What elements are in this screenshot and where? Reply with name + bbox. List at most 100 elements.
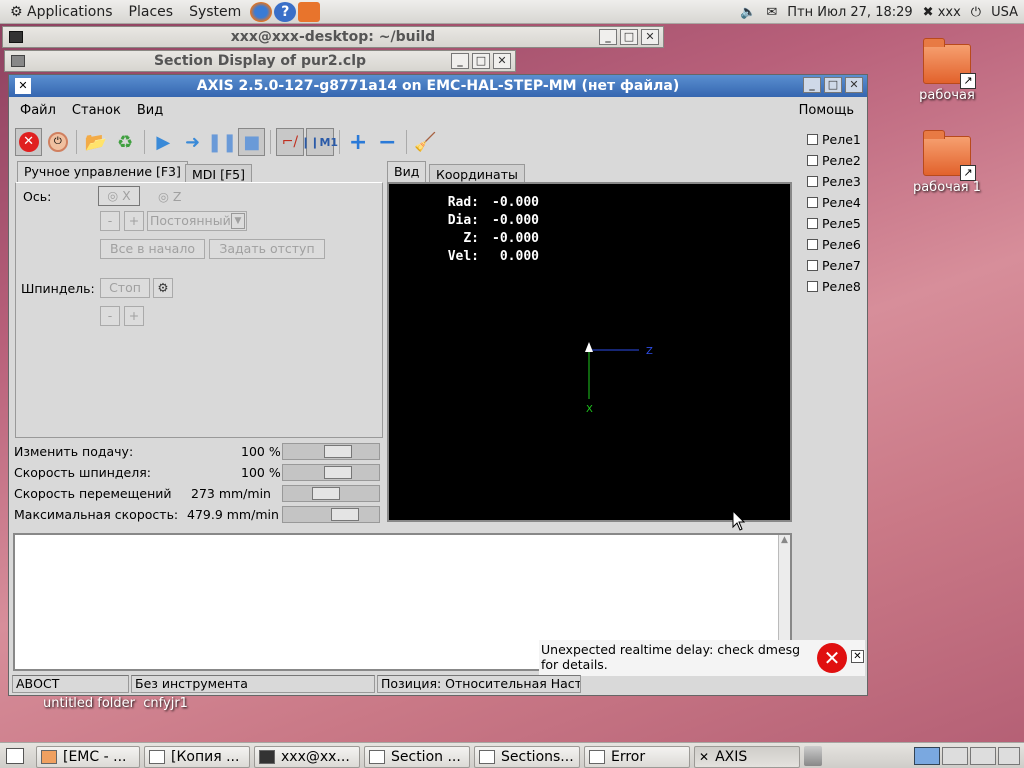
spindle-speed-icon[interactable]: ⚙ <box>153 278 173 298</box>
stop-button[interactable]: ■ <box>238 128 266 156</box>
relay-checkbox-2[interactable]: Реле2 <box>807 153 861 168</box>
run-button[interactable]: ▶ <box>150 128 177 156</box>
taskbar-item-sections[interactable]: Sections... <box>474 746 580 768</box>
checkbox[interactable] <box>807 218 818 229</box>
slider-knob[interactable] <box>324 445 352 458</box>
axis-x-radio[interactable]: ◎ X <box>98 186 140 206</box>
open-file-button[interactable]: 📂 <box>82 128 109 156</box>
zoom-in-button[interactable]: + <box>345 128 372 156</box>
relay-checkbox-3[interactable]: Реле3 <box>807 174 861 189</box>
menu-file[interactable]: Файл <box>9 103 61 118</box>
volume-icon[interactable]: 🔈 <box>740 5 756 20</box>
reload-button[interactable]: ♻ <box>112 128 139 156</box>
taskbar-item-axis[interactable]: ✕ AXIS <box>694 746 800 768</box>
zoom-out-button[interactable]: − <box>374 128 401 156</box>
taskbar-item-section[interactable]: Section ... <box>364 746 470 768</box>
clear-plot-button[interactable]: 🧹 <box>412 128 439 156</box>
relay-checkbox-4[interactable]: Реле4 <box>807 195 861 210</box>
spindle-override-slider[interactable] <box>282 464 380 481</box>
section-window-titlebar[interactable]: Section Display of pur2.clp _ □ ✕ <box>4 50 516 72</box>
workspace-3[interactable] <box>970 747 996 765</box>
spindle-minus-button[interactable]: - <box>100 306 120 326</box>
power-button[interactable]: ⏻ <box>44 128 71 156</box>
clock[interactable]: Птн Июл 27, 18:29 <box>787 5 912 20</box>
taskbar-item-emc[interactable]: [EMC - ... <box>36 746 140 768</box>
desktop-icon-folder-2[interactable]: ↗ рабочая 1 <box>892 130 1002 195</box>
checkbox[interactable] <box>807 281 818 292</box>
step-button[interactable]: ➜ <box>179 128 206 156</box>
help-icon[interactable]: ? <box>274 1 297 22</box>
mail-icon[interactable]: ✉ <box>766 5 777 20</box>
tab-manual[interactable]: Ручное управление [F3] <box>17 161 188 183</box>
block-delete-button[interactable]: ⌐/ <box>276 128 304 156</box>
feed-override-slider[interactable] <box>282 443 380 460</box>
desktop-icon-folder-1[interactable]: ↗ рабочая <box>892 38 1002 103</box>
home-all-button[interactable]: Все в начало <box>100 239 205 259</box>
firefox-icon[interactable] <box>250 1 273 22</box>
maximize-button[interactable]: □ <box>620 29 638 45</box>
checkbox[interactable] <box>807 134 818 145</box>
relay-checkbox-1[interactable]: Реле1 <box>807 132 861 147</box>
applications-menu[interactable]: ⚙ Applications <box>0 4 121 20</box>
max-velocity-slider[interactable] <box>282 506 380 523</box>
estop-button[interactable]: ✕ <box>15 128 43 156</box>
spindle-plus-button[interactable]: + <box>124 306 144 326</box>
slider-knob[interactable] <box>324 466 352 479</box>
system-menu[interactable]: System <box>181 4 249 20</box>
minimize-button[interactable]: _ <box>599 29 617 45</box>
checkbox[interactable] <box>807 260 818 271</box>
slider-knob[interactable] <box>331 508 359 521</box>
keyboard-layout[interactable]: USA <box>991 5 1018 20</box>
relay-checkbox-8[interactable]: Реле8 <box>807 279 861 294</box>
tab-coordinates[interactable]: Координаты <box>429 164 525 184</box>
preview-canvas[interactable]: Rad: -0.000 Dia: -0.000 Z: -0.000 Vel: 0.000… <box>387 182 792 522</box>
menu-view[interactable]: Вид <box>126 103 168 118</box>
checkbox[interactable] <box>807 239 818 250</box>
axis-titlebar[interactable]: ✕ AXIS 2.5.0-127-g8771a14 on EMC-HAL-STE… <box>9 75 867 97</box>
desktop-label-untitled[interactable]: untitled folder <box>43 696 135 711</box>
relay-checkbox-7[interactable]: Реле7 <box>807 258 861 273</box>
show-desktop-icon[interactable] <box>6 748 24 764</box>
close-button[interactable]: ✕ <box>641 29 659 45</box>
relay-checkbox-5[interactable]: Реле5 <box>807 216 861 231</box>
user-menu[interactable]: ✖ xxx <box>923 5 961 20</box>
terminal-window-titlebar[interactable]: xxx@xxx-desktop: ~/build _ □ ✕ <box>2 26 664 48</box>
checkbox[interactable] <box>807 197 818 208</box>
tab-mdi[interactable]: MDI [F5] <box>185 164 252 184</box>
trash-icon[interactable] <box>804 746 822 766</box>
taskbar-item-copy[interactable]: [Копия ... <box>144 746 250 768</box>
scroll-up-icon[interactable]: ▲ <box>779 535 790 545</box>
menu-machine[interactable]: Станок <box>61 103 126 118</box>
places-menu[interactable]: Places <box>121 4 182 20</box>
close-button[interactable]: ✕ <box>845 77 863 93</box>
optional-stop-button[interactable]: ❙❙M1 <box>301 128 338 156</box>
maximize-button[interactable]: □ <box>472 53 490 69</box>
jog-plus-button[interactable]: + <box>124 211 144 231</box>
power-icon[interactable]: ⏻ <box>971 5 981 20</box>
pause-button[interactable]: ❚❚ <box>207 128 237 156</box>
jog-mode-select[interactable]: Постоянный ▼ <box>147 211 247 231</box>
tab-view[interactable]: Вид <box>387 161 427 183</box>
touch-off-button[interactable]: Задать отступ <box>209 239 325 259</box>
taskbar-item-terminal[interactable]: xxx@xx... <box>254 746 360 768</box>
checkbox[interactable] <box>807 155 818 166</box>
close-button[interactable]: ✕ <box>493 53 511 69</box>
close-error-button[interactable]: ✕ <box>851 650 864 663</box>
axis-z-radio[interactable]: ◎ Z <box>158 189 181 204</box>
minimize-button[interactable]: _ <box>451 53 469 69</box>
folder-launcher-icon[interactable] <box>298 1 321 22</box>
jog-minus-button[interactable]: - <box>100 211 120 231</box>
workspace-4[interactable] <box>998 747 1020 765</box>
slider-knob[interactable] <box>312 487 340 500</box>
workspace-2[interactable] <box>942 747 968 765</box>
taskbar-item-error[interactable]: Error <box>584 746 690 768</box>
menu-help[interactable]: Помощь <box>788 103 859 118</box>
maximize-button[interactable]: □ <box>824 77 842 93</box>
desktop-label-cnfyjr1[interactable]: cnfyjr1 <box>143 696 188 711</box>
jog-speed-slider[interactable] <box>282 485 380 502</box>
minimize-button[interactable]: _ <box>803 77 821 93</box>
checkbox[interactable] <box>807 176 818 187</box>
workspace-1[interactable] <box>914 747 940 765</box>
spindle-stop-button[interactable]: Стоп <box>100 278 150 298</box>
relay-checkbox-6[interactable]: Реле6 <box>807 237 861 252</box>
